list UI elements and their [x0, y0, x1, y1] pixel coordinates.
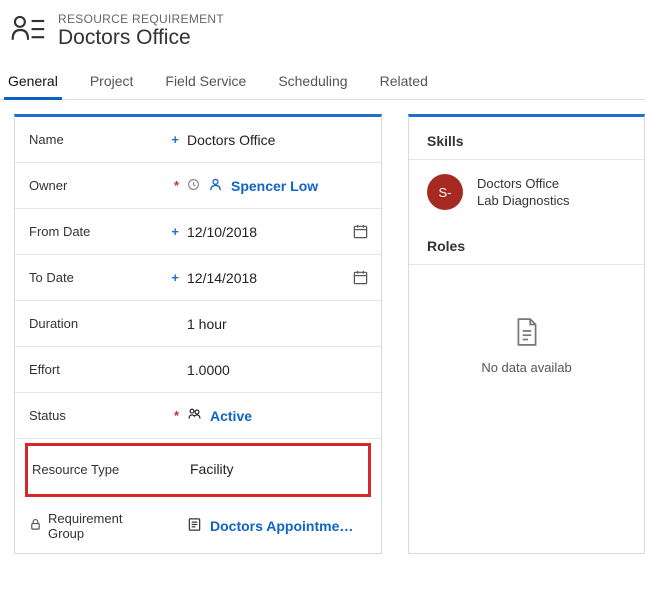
- field-label: From Date: [29, 224, 90, 239]
- roles-empty-state: No data availab: [409, 265, 644, 395]
- skill-item[interactable]: S- Doctors Office Lab Diagnostics: [409, 160, 644, 228]
- field-to-date[interactable]: To Date + 12/14/2018: [15, 255, 381, 301]
- field-label: Resource Type: [32, 462, 119, 477]
- record-header: RESOURCE REQUIREMENT Doctors Office: [0, 0, 645, 59]
- field-label: Duration: [29, 316, 78, 331]
- skill-line-2: Lab Diagnostics: [477, 193, 570, 208]
- tabs: General Project Field Service Scheduling…: [0, 59, 645, 100]
- breadcrumb: RESOURCE REQUIREMENT: [58, 12, 224, 26]
- field-label: Status: [29, 408, 66, 423]
- field-from-date[interactable]: From Date + 12/10/2018: [15, 209, 381, 255]
- empty-text: No data availab: [481, 360, 571, 375]
- roles-section-title: Roles: [409, 228, 644, 264]
- field-owner[interactable]: Owner * Spencer Low: [15, 163, 381, 209]
- tab-field-service[interactable]: Field Service: [163, 67, 248, 99]
- required-mark-icon: *: [167, 178, 179, 193]
- general-panel: Name + Doctors Office Owner * Spencer Lo…: [14, 114, 382, 554]
- tab-general[interactable]: General: [6, 67, 60, 99]
- form-icon: [187, 517, 202, 535]
- field-duration[interactable]: Duration 1 hour: [15, 301, 381, 347]
- recommended-mark-icon: +: [167, 132, 179, 147]
- skills-section-title: Skills: [409, 117, 644, 159]
- field-value[interactable]: 12/14/2018: [187, 270, 257, 286]
- person-icon: [208, 177, 223, 195]
- required-mark-icon: *: [167, 408, 179, 423]
- field-value[interactable]: 12/10/2018: [187, 224, 257, 240]
- skill-line-1: Doctors Office: [477, 176, 570, 191]
- field-value[interactable]: 1 hour: [187, 316, 227, 332]
- tab-scheduling[interactable]: Scheduling: [276, 67, 349, 99]
- field-label: Requirement Group: [48, 511, 161, 541]
- field-label: Owner: [29, 178, 67, 193]
- tab-project[interactable]: Project: [88, 67, 136, 99]
- recommended-mark-icon: +: [167, 224, 179, 239]
- avatar: S-: [427, 174, 463, 210]
- status-icon: [187, 407, 202, 425]
- status-link[interactable]: Active: [210, 408, 252, 424]
- recommended-mark-icon: +: [167, 270, 179, 285]
- field-status[interactable]: Status * Active: [15, 393, 381, 439]
- requirement-group-link[interactable]: Doctors Appointme…: [210, 518, 353, 534]
- field-label: Effort: [29, 362, 60, 377]
- side-panel: Skills S- Doctors Office Lab Diagnostics…: [408, 114, 645, 554]
- field-name[interactable]: Name + Doctors Office: [15, 117, 381, 163]
- tab-related[interactable]: Related: [378, 67, 430, 99]
- field-requirement-group[interactable]: Requirement Group Doctors Appointme…: [15, 493, 381, 553]
- recent-icon: [187, 178, 200, 194]
- lock-icon: [29, 518, 42, 534]
- field-value[interactable]: Doctors Office: [187, 132, 275, 148]
- field-label: To Date: [29, 270, 74, 285]
- owner-link[interactable]: Spencer Low: [231, 178, 318, 194]
- field-label: Name: [29, 132, 64, 147]
- entity-icon: [10, 12, 46, 51]
- calendar-icon[interactable]: [352, 223, 369, 240]
- page-title: Doctors Office: [58, 26, 224, 50]
- calendar-icon[interactable]: [352, 269, 369, 286]
- field-resource-type[interactable]: Resource Type Facility: [28, 446, 368, 492]
- document-icon: [514, 317, 540, 350]
- field-effort[interactable]: Effort 1.0000: [15, 347, 381, 393]
- resource-type-highlight: Resource Type Facility: [25, 443, 371, 497]
- field-value[interactable]: 1.0000: [187, 362, 230, 378]
- field-value[interactable]: Facility: [190, 461, 234, 477]
